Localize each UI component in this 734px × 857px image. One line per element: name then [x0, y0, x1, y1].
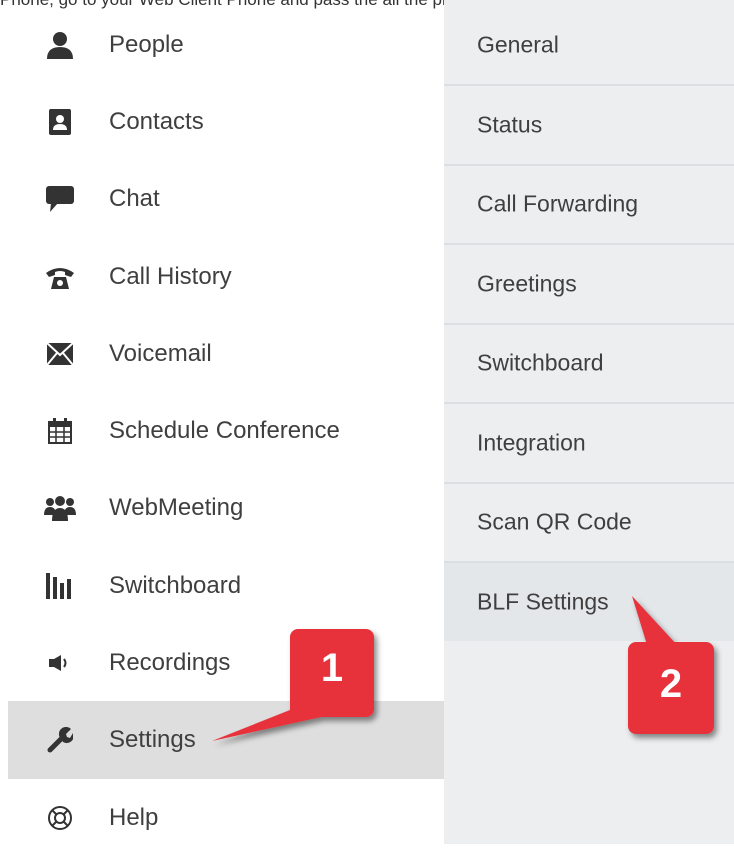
settings-submenu: General Status Call Forwarding Greetings… [444, 0, 734, 844]
callout-number-1: 1 [320, 646, 344, 690]
nav-item-recordings[interactable]: Recordings [8, 624, 444, 702]
main-nav-menu: People Contacts Chat Call History Voicem… [0, 0, 444, 844]
callout-number-2: 2 [659, 662, 683, 706]
envelope-icon [40, 339, 80, 369]
submenu-item-label: Switchboard [477, 349, 604, 376]
nav-item-call-history[interactable]: Call History [8, 238, 444, 316]
nav-item-voicemail[interactable]: Voicemail [8, 315, 444, 393]
nav-item-label: Recordings [109, 649, 231, 676]
nav-item-label: Voicemail [109, 340, 212, 367]
submenu-item-blf-settings[interactable]: BLF Settings [444, 563, 734, 641]
nav-item-people[interactable]: People [8, 6, 444, 84]
submenu-item-label: Status [477, 111, 543, 138]
person-icon [40, 30, 80, 60]
nav-item-contacts[interactable]: Contacts [8, 83, 444, 161]
nav-item-label: WebMeeting [109, 494, 244, 521]
submenu-item-label: Call Forwarding [477, 190, 639, 217]
submenu-item-switchboard[interactable]: Switchboard [444, 324, 734, 404]
speaker-icon [40, 648, 80, 678]
nav-item-label: Schedule Conference [109, 417, 340, 444]
submenu-item-call-forwarding[interactable]: Call Forwarding [444, 165, 734, 245]
submenu-item-status[interactable]: Status [444, 86, 734, 166]
nav-item-label: Contacts [109, 108, 204, 135]
address-book-icon [40, 107, 80, 137]
nav-item-label: People [109, 31, 184, 58]
submenu-item-integration[interactable]: Integration [444, 404, 734, 484]
submenu-item-scan-qr-code[interactable]: Scan QR Code [444, 483, 734, 563]
submenu-item-label: Integration [477, 429, 586, 456]
lifebuoy-icon [40, 803, 80, 833]
nav-item-switchboard[interactable]: Switchboard [8, 547, 444, 625]
calendar-icon [40, 416, 80, 446]
chat-bubble-icon [40, 184, 80, 214]
submenu-item-greetings[interactable]: Greetings [444, 245, 734, 325]
nav-item-label: Call History [109, 263, 232, 290]
nav-item-chat[interactable]: Chat [8, 160, 444, 238]
nav-item-settings[interactable]: Settings [8, 701, 444, 779]
phone-icon [40, 262, 80, 292]
submenu-item-label: BLF Settings [477, 588, 609, 615]
nav-item-schedule-conference[interactable]: Schedule Conference [8, 392, 444, 470]
wrench-icon [40, 725, 80, 755]
nav-item-label: Settings [109, 726, 196, 753]
nav-item-label: Help [109, 804, 159, 831]
submenu-item-label: General [477, 31, 559, 58]
submenu-item-general[interactable]: General [444, 6, 734, 86]
bar-chart-icon [40, 571, 80, 601]
nav-item-label: Switchboard [109, 572, 242, 599]
submenu-item-label: Scan QR Code [477, 508, 632, 535]
nav-item-help[interactable]: Help [8, 779, 444, 857]
nav-item-webmeeting[interactable]: WebMeeting [8, 469, 444, 547]
group-icon [40, 493, 80, 523]
submenu-item-label: Greetings [477, 270, 577, 297]
nav-item-label: Chat [109, 185, 160, 212]
